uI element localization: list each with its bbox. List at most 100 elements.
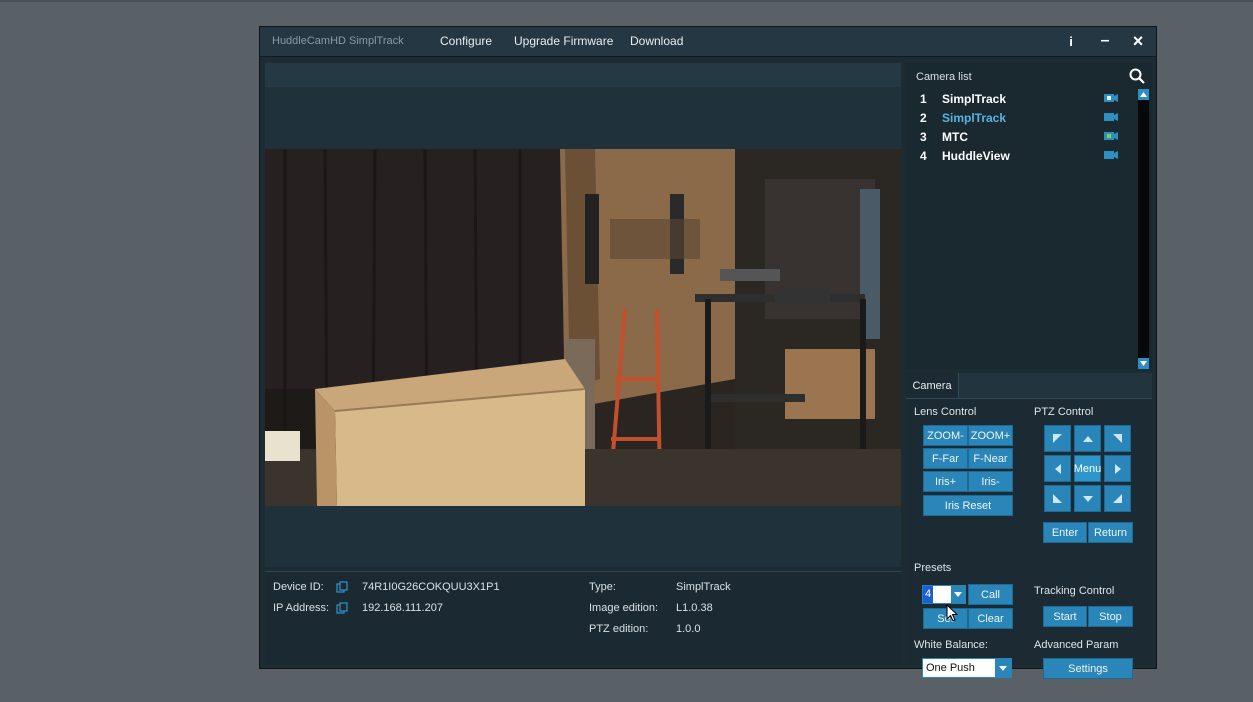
- camera-number: 4: [920, 149, 927, 163]
- preset-clear-button[interactable]: Clear: [968, 608, 1013, 629]
- search-icon[interactable]: [1128, 67, 1146, 85]
- chevron-down-icon: [951, 586, 965, 603]
- device-id-value: 74R1I0G26COKQUU3X1P1: [362, 581, 500, 593]
- tracking-start-button[interactable]: Start: [1043, 606, 1087, 627]
- image-edition-label: Image edition:: [589, 602, 659, 614]
- ptz-up-right-button[interactable]: [1104, 425, 1131, 452]
- chevron-down-icon: [995, 659, 1011, 677]
- ptz-control-label: PTZ Control: [1034, 406, 1094, 418]
- camera-icon: [1104, 132, 1118, 140]
- camera-control-panel: Camera Lens Control ZOOM- ZOOM+ F-Far F-…: [906, 373, 1152, 679]
- camera-number: 1: [920, 92, 927, 106]
- camera-video-feed[interactable]: [265, 149, 901, 506]
- tab-camera[interactable]: Camera: [906, 373, 959, 398]
- app-title: HuddleCamHD SimplTrack: [272, 35, 404, 47]
- app-window: HuddleCamHD SimplTrack Configure Upgrade…: [260, 27, 1156, 679]
- ptz-down-button[interactable]: [1074, 485, 1101, 512]
- ptz-menu-button[interactable]: Menu: [1074, 455, 1101, 482]
- camera-number: 2: [920, 111, 927, 125]
- camera-list-item-2[interactable]: 2 SimplTrack: [910, 108, 1136, 127]
- minimize-button[interactable]: –: [1094, 30, 1116, 52]
- ptz-edition-label: PTZ edition:: [589, 623, 649, 635]
- type-value: SimplTrack: [676, 581, 731, 593]
- image-edition-value: L1.0.38: [676, 602, 713, 614]
- focus-far-button[interactable]: F-Far: [923, 448, 968, 469]
- ptz-down-right-button[interactable]: [1104, 485, 1131, 512]
- arrow-down-icon: [1140, 361, 1147, 366]
- iris-plus-button[interactable]: Iris+: [923, 471, 968, 492]
- arrow-up-right-icon: [1113, 434, 1122, 443]
- info-icon: i: [1069, 33, 1073, 49]
- menu-upgrade-firmware[interactable]: Upgrade Firmware: [514, 34, 613, 48]
- white-balance-select[interactable]: One Push: [922, 658, 1012, 678]
- arrow-up-icon: [1082, 435, 1093, 442]
- video-pane: [265, 63, 901, 567]
- camera-icon: [1104, 151, 1118, 159]
- tracking-control-label: Tracking Control: [1034, 585, 1115, 597]
- arrow-down-right-icon: [1113, 494, 1122, 503]
- menu-download[interactable]: Download: [630, 34, 683, 48]
- preset-number-value: 4: [923, 586, 934, 603]
- video-toolbar: [265, 63, 901, 87]
- ptz-edition-value: 1.0.0: [676, 623, 701, 635]
- arrow-right-icon: [1114, 463, 1121, 474]
- ptz-down-left-button[interactable]: [1044, 485, 1071, 512]
- arrow-down-icon: [1082, 495, 1093, 502]
- iris-minus-button[interactable]: Iris-: [968, 471, 1013, 492]
- tab-strip: Camera: [906, 373, 1152, 399]
- scroll-up-button[interactable]: [1138, 89, 1149, 100]
- info-button[interactable]: i: [1060, 30, 1082, 52]
- close-icon: ×: [1132, 30, 1144, 51]
- video-letterbox-bottom: [265, 506, 901, 567]
- arrow-up-left-icon: [1053, 434, 1062, 443]
- ip-address-value: 192.168.111.207: [362, 602, 443, 614]
- type-label: Type:: [589, 581, 616, 593]
- camera-icon: [1104, 113, 1118, 121]
- ptz-up-button[interactable]: [1074, 425, 1101, 452]
- camera-icon: [1104, 94, 1118, 102]
- camera-number: 3: [920, 130, 927, 144]
- menu-configure[interactable]: Configure: [440, 34, 492, 48]
- preset-number-select[interactable]: 4: [922, 585, 966, 604]
- focus-near-button[interactable]: F-Near: [968, 448, 1013, 469]
- device-info-panel: Device ID: 74R1I0G26COKQUU3X1P1 IP Addre…: [265, 571, 901, 664]
- zoom-minus-button[interactable]: ZOOM-: [923, 425, 968, 446]
- arrow-left-icon: [1054, 463, 1061, 474]
- camera-list-item-3[interactable]: 3 MTC: [910, 127, 1136, 146]
- ip-address-label: IP Address:: [273, 602, 330, 614]
- tracking-stop-button[interactable]: Stop: [1088, 606, 1133, 627]
- ptz-right-button[interactable]: [1104, 455, 1131, 482]
- camera-name: MTC: [942, 130, 968, 144]
- arrow-down-left-icon: [1053, 494, 1062, 503]
- video-letterbox-top: [265, 87, 901, 149]
- white-balance-value: One Push: [926, 662, 975, 674]
- camera-name: SimplTrack: [942, 111, 1007, 125]
- white-balance-label: White Balance:: [914, 639, 988, 651]
- return-button[interactable]: Return: [1088, 522, 1133, 543]
- camera-list-item-4[interactable]: 4 HuddleView: [910, 146, 1136, 165]
- copy-device-id-icon[interactable]: [336, 581, 348, 593]
- camera-list-title: Camera list: [916, 71, 972, 83]
- presets-label: Presets: [914, 562, 952, 574]
- enter-button[interactable]: Enter: [1043, 522, 1087, 543]
- zoom-plus-button[interactable]: ZOOM+: [968, 425, 1013, 446]
- camera-list-item-1[interactable]: 1 SimplTrack: [910, 89, 1136, 108]
- video-scene: [265, 149, 901, 506]
- mouse-cursor-icon: [946, 604, 958, 622]
- advanced-param-label: Advanced Param: [1034, 639, 1119, 651]
- scroll-down-button[interactable]: [1138, 358, 1149, 369]
- camera-name: SimplTrack: [942, 92, 1007, 106]
- ptz-up-left-button[interactable]: [1044, 425, 1071, 452]
- ptz-left-button[interactable]: [1044, 455, 1071, 482]
- camera-list-scrollbar[interactable]: [1138, 89, 1149, 369]
- close-button[interactable]: ×: [1127, 30, 1149, 52]
- camera-list-panel: Camera list 1 SimplTrack 2 SimplTrack 3 …: [906, 63, 1152, 369]
- lens-control-label: Lens Control: [914, 406, 977, 418]
- settings-button[interactable]: Settings: [1043, 658, 1133, 679]
- copy-ip-icon[interactable]: [336, 602, 348, 614]
- device-id-label: Device ID:: [273, 581, 324, 593]
- camera-name: HuddleView: [942, 149, 1010, 163]
- iris-reset-button[interactable]: Iris Reset: [923, 495, 1013, 516]
- preset-call-button[interactable]: Call: [968, 584, 1013, 605]
- desktop-edge: [0, 0, 1253, 2]
